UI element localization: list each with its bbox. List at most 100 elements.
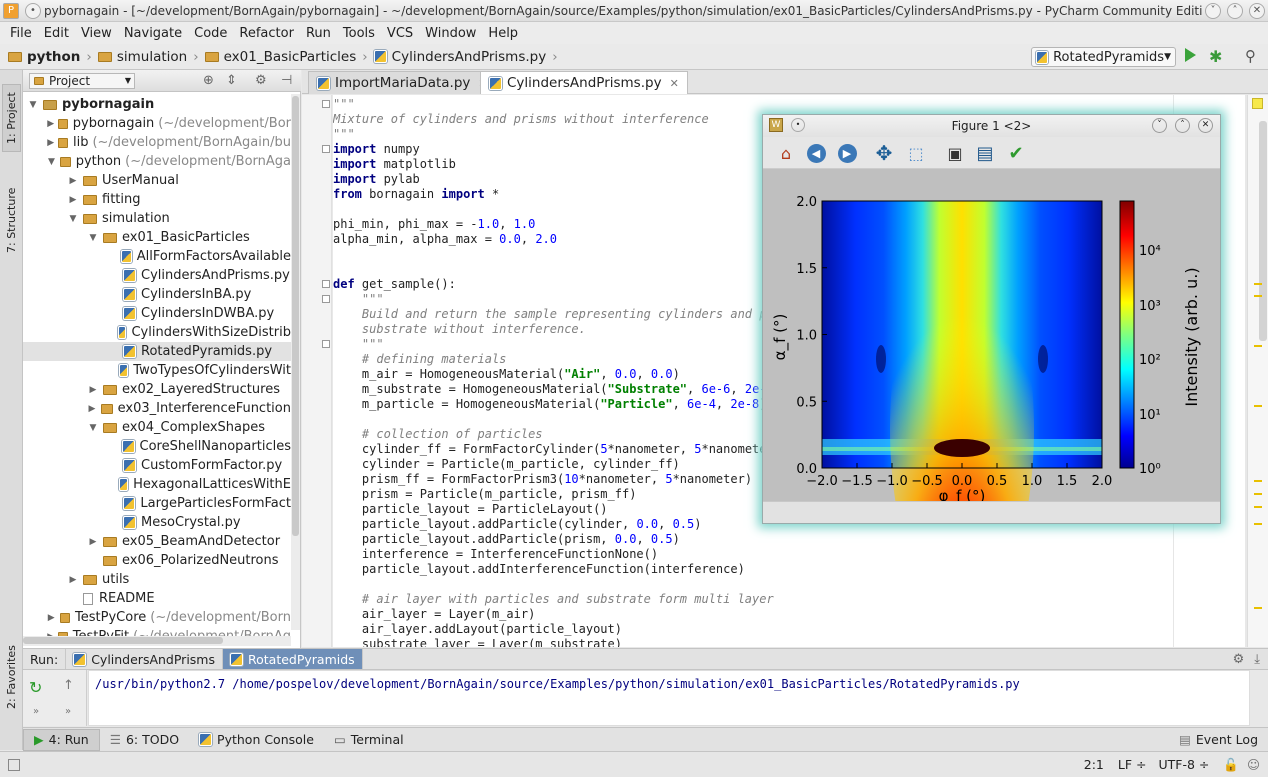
figure-minimize-button[interactable]: ˅: [1152, 118, 1167, 133]
error-stripe[interactable]: [1247, 95, 1268, 647]
tool-tab-python-console[interactable]: Python Console: [189, 729, 324, 751]
menu-edit[interactable]: Edit: [44, 26, 69, 41]
pan-icon[interactable]: ✥: [873, 141, 895, 165]
more-icon[interactable]: »: [65, 706, 71, 717]
gear-icon[interactable]: ⚙: [255, 73, 267, 88]
tree-item[interactable]: ▼ python (~/development/BornAga: [23, 152, 291, 171]
app-icon[interactable]: P: [3, 2, 19, 19]
expanded-arrow-icon[interactable]: ▼: [27, 100, 39, 110]
hector-icon[interactable]: ☺: [1247, 757, 1260, 772]
tree-item[interactable]: README: [23, 589, 291, 608]
collapsed-arrow-icon[interactable]: ▶: [47, 138, 54, 148]
tree-item[interactable]: ▼ ex01_BasicParticles: [23, 228, 291, 247]
breadcrumb-file[interactable]: CylindersAndPrisms.py ›: [373, 49, 558, 65]
run-console[interactable]: /usr/bin/python2.7 /home/pospelov/develo…: [88, 670, 1250, 726]
caret-position[interactable]: 2:1: [1084, 757, 1104, 772]
menu-vcs[interactable]: VCS: [387, 26, 413, 41]
tree-item[interactable]: CylindersWithSizeDistrib: [23, 323, 291, 342]
tool-tab-run[interactable]: ▶ 4: Run: [23, 728, 100, 751]
tree-item[interactable]: ▶ pybornagain (~/development/Bor: [23, 114, 291, 133]
home-icon[interactable]: ⌂: [775, 142, 797, 164]
gear-icon[interactable]: ⚙: [1233, 652, 1245, 667]
warning-mark[interactable]: [1254, 480, 1262, 482]
tree-item[interactable]: HexagonalLatticesWithE: [23, 475, 291, 494]
collapsed-arrow-icon[interactable]: ▶: [87, 385, 99, 395]
debug-icon[interactable]: ✱: [1209, 47, 1222, 66]
tree-hscrollbar[interactable]: [23, 636, 291, 646]
collapsed-arrow-icon[interactable]: ▶: [67, 176, 79, 186]
expanded-arrow-icon[interactable]: ▼: [47, 157, 56, 167]
more-icon[interactable]: »: [33, 706, 39, 717]
run-icon[interactable]: [1185, 48, 1196, 62]
close-button[interactable]: ✕: [1249, 2, 1265, 19]
fold-marker-icon[interactable]: [322, 145, 330, 153]
project-view-select[interactable]: Project ▼: [29, 72, 135, 89]
warning-mark[interactable]: [1254, 345, 1262, 347]
fold-marker-icon[interactable]: [322, 280, 330, 288]
tree-item[interactable]: TwoTypesOfCylindersWit: [23, 361, 291, 380]
expanded-arrow-icon[interactable]: ▼: [87, 233, 99, 243]
warning-mark[interactable]: [1254, 493, 1262, 495]
lock-icon[interactable]: 🔓: [1223, 757, 1239, 773]
warning-mark[interactable]: [1254, 283, 1262, 285]
tree-item[interactable]: ▼ pybornagain: [23, 95, 291, 114]
warning-mark[interactable]: [1254, 405, 1262, 407]
run-config-select[interactable]: RotatedPyramids ▼: [1031, 47, 1176, 67]
tool-tab-terminal[interactable]: ▭ Terminal: [324, 729, 414, 751]
warning-mark[interactable]: [1254, 523, 1262, 525]
maximize-button[interactable]: ˄: [1227, 2, 1243, 19]
tree-item[interactable]: MesoCrystal.py: [23, 513, 291, 532]
search-icon[interactable]: ⚲: [1245, 47, 1256, 65]
locate-icon[interactable]: ⊕: [203, 73, 214, 88]
line-separator[interactable]: LF ÷: [1118, 757, 1147, 772]
back-icon[interactable]: ◀: [805, 142, 827, 164]
breadcrumb-simulation[interactable]: simulation ›: [97, 49, 199, 65]
file-encoding[interactable]: UTF-8 ÷: [1159, 757, 1210, 772]
window-menu-button[interactable]: •: [25, 2, 41, 19]
tree-item[interactable]: ▶ lib (~/development/BornAgain/bu: [23, 133, 291, 152]
tree-item[interactable]: ▶ ex05_BeamAndDetector: [23, 532, 291, 551]
menu-refactor[interactable]: Refactor: [239, 26, 294, 41]
tree-item[interactable]: ▶ fitting: [23, 190, 291, 209]
warning-mark[interactable]: [1254, 506, 1262, 508]
edit-axes-icon[interactable]: ✔: [1005, 142, 1027, 164]
heatmap-plot[interactable]: −2.0 −1.5 −1.0 −0.5 0.0 0.5 1.0 1.5 2.0 0.00.51.…: [763, 169, 1220, 619]
tree-item[interactable]: ▶ TestPyCore (~/development/Born: [23, 608, 291, 627]
tool-tab-project[interactable]: 1: Project: [2, 84, 21, 152]
tool-tab-todo[interactable]: ☰ 6: TODO: [100, 729, 189, 751]
rerun-icon[interactable]: ↻: [29, 678, 42, 697]
tab-cylindersandprisms[interactable]: CylindersAndPrisms.py ✕: [480, 71, 688, 94]
figure-app-icon[interactable]: W: [769, 118, 783, 132]
breadcrumb-ex01[interactable]: ex01_BasicParticles ›: [204, 49, 368, 65]
menu-navigate[interactable]: Navigate: [124, 26, 182, 41]
menu-tools[interactable]: Tools: [343, 26, 375, 41]
tool-tab-favorites[interactable]: 2: Favorites: [2, 638, 21, 716]
fold-marker-icon[interactable]: [322, 295, 330, 303]
menu-code[interactable]: Code: [194, 26, 227, 41]
tree-scrollbar[interactable]: [291, 94, 300, 630]
figure-maximize-button[interactable]: ˄: [1175, 118, 1190, 133]
tree-item[interactable]: AllFormFactorsAvailable: [23, 247, 291, 266]
subplots-icon[interactable]: ▣: [944, 142, 966, 164]
event-log-tab[interactable]: ▤ Event Log: [1169, 729, 1268, 751]
breadcrumb-python[interactable]: python ›: [8, 49, 92, 65]
figure-menu-button[interactable]: •: [791, 118, 805, 132]
tab-importmariadata[interactable]: ImportMariaData.py✕: [308, 71, 497, 94]
warning-mark[interactable]: [1254, 607, 1262, 609]
run-tab-rotatedpyramids[interactable]: RotatedPyramids: [223, 649, 363, 669]
collapsed-arrow-icon[interactable]: ▶: [47, 613, 56, 623]
tree-item[interactable]: ▼ ex04_ComplexShapes: [23, 418, 291, 437]
tree-item[interactable]: ex06_PolarizedNeutrons: [23, 551, 291, 570]
collapsed-arrow-icon[interactable]: ▶: [47, 119, 54, 129]
menu-file[interactable]: File: [10, 26, 32, 41]
forward-icon[interactable]: ▶: [836, 142, 858, 164]
tree-item[interactable]: ▶ ex02_LayeredStructures: [23, 380, 291, 399]
tree-item[interactable]: CustomFormFactor.py: [23, 456, 291, 475]
minimize-button[interactable]: ˅: [1205, 2, 1221, 19]
menu-help[interactable]: Help: [488, 26, 518, 41]
run-tab-cylindersandprisms[interactable]: CylindersAndPrisms: [66, 649, 223, 669]
editor-vscrollbar[interactable]: [1259, 121, 1267, 341]
collapsed-arrow-icon[interactable]: ▶: [67, 195, 79, 205]
collapsed-arrow-icon[interactable]: ▶: [87, 537, 99, 547]
scroll-up-icon[interactable]: ↑: [63, 678, 74, 693]
